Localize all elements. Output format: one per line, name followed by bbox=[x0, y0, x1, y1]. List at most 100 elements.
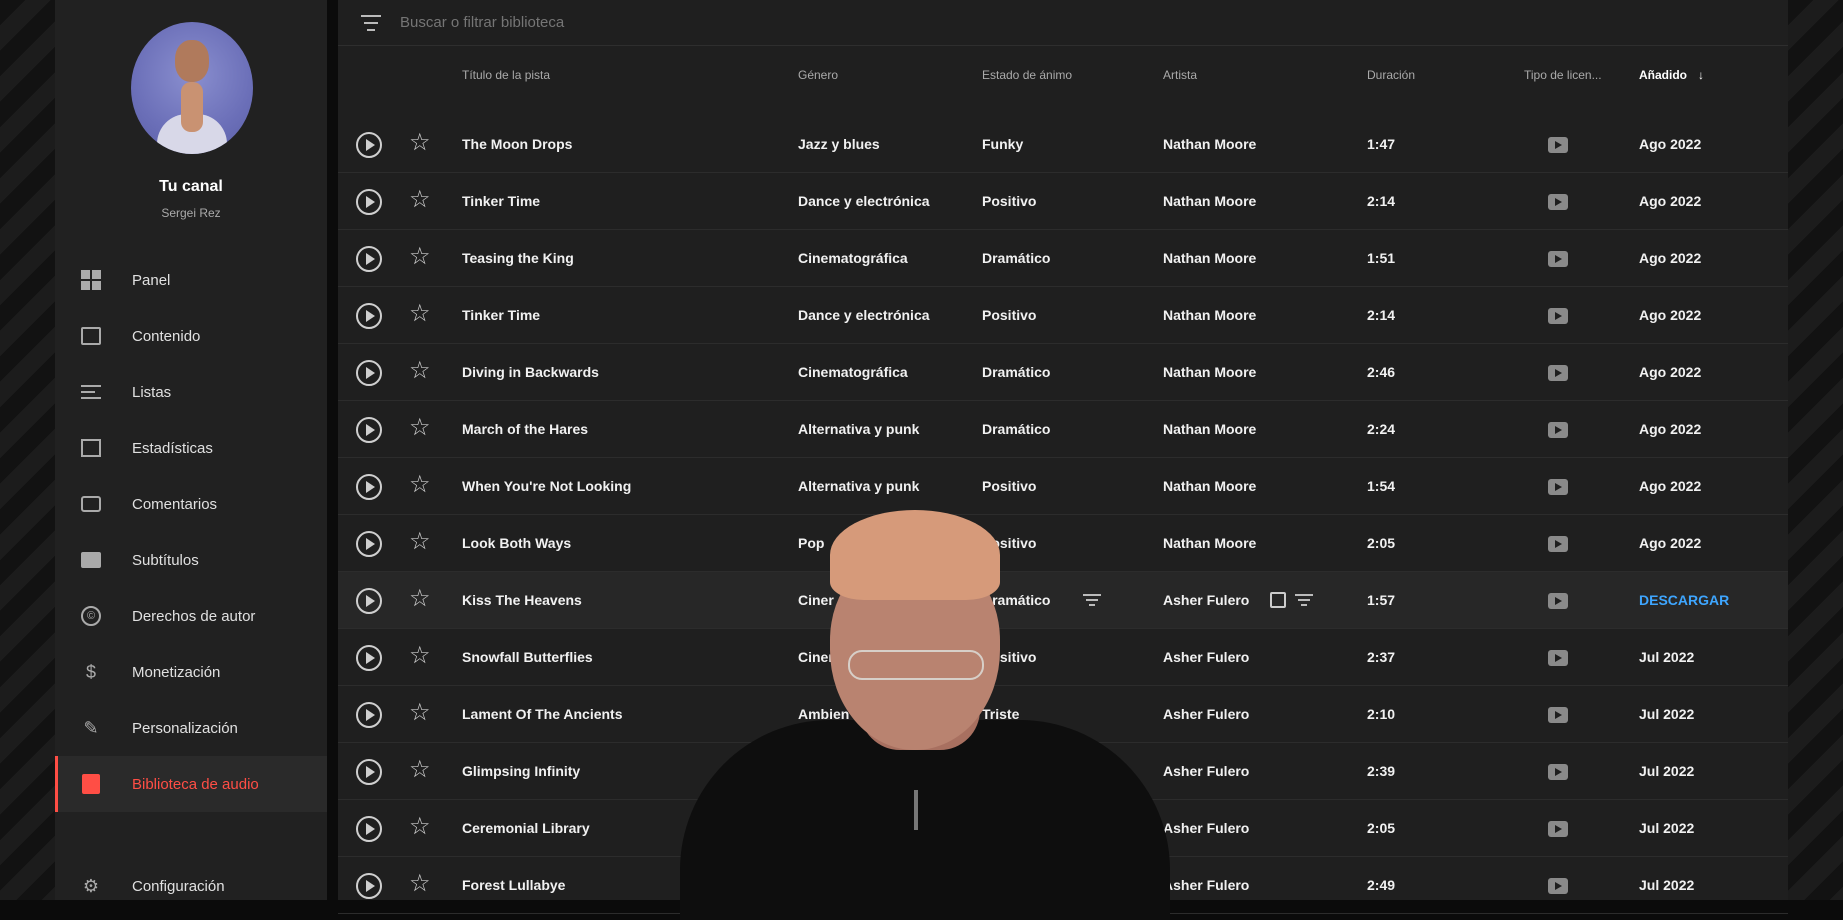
sort-arrow-icon[interactable]: ↓ bbox=[1698, 68, 1704, 82]
copyright-icon: © bbox=[79, 604, 103, 628]
track-artist[interactable]: Nathan Moore bbox=[1163, 136, 1256, 152]
youtube-license-icon bbox=[1548, 365, 1568, 381]
play-icon[interactable] bbox=[356, 474, 382, 500]
track-artist[interactable]: Nathan Moore bbox=[1163, 478, 1256, 494]
track-artist[interactable]: Asher Fulero bbox=[1163, 649, 1249, 665]
youtube-license-icon bbox=[1548, 707, 1568, 723]
track-artist[interactable]: Nathan Moore bbox=[1163, 307, 1256, 323]
column-added[interactable]: Añadido bbox=[1639, 68, 1687, 82]
audio-library-icon bbox=[79, 772, 103, 796]
play-icon[interactable] bbox=[356, 303, 382, 329]
sidebar-item-content[interactable]: Contenido bbox=[55, 308, 327, 364]
sidebar-item-copyright[interactable]: © Derechos de autor bbox=[55, 588, 327, 644]
sidebar-item-panel[interactable]: Panel bbox=[55, 252, 327, 308]
table-row[interactable]: ☆ The Moon Drops Jazz y blues Funky Nathan M… bbox=[338, 116, 1788, 173]
sidebar-item-comments[interactable]: Comentarios bbox=[55, 476, 327, 532]
external-link-icon[interactable] bbox=[1270, 592, 1286, 608]
track-artist[interactable]: Asher Fulero bbox=[1163, 592, 1249, 608]
play-icon[interactable] bbox=[356, 873, 382, 899]
star-icon[interactable]: ☆ bbox=[409, 358, 431, 384]
track-artist[interactable]: Nathan Moore bbox=[1163, 193, 1256, 209]
youtube-license-icon bbox=[1548, 137, 1568, 153]
download-button[interactable]: DESCARGAR bbox=[1639, 592, 1729, 608]
youtube-license-icon bbox=[1548, 593, 1568, 609]
youtube-license-icon bbox=[1548, 422, 1568, 438]
track-title: March of the Hares bbox=[462, 421, 589, 437]
sidebar-item-settings[interactable]: ⚙ Configuración bbox=[55, 858, 327, 914]
search-input[interactable] bbox=[400, 14, 900, 31]
track-duration: 2:10 bbox=[1367, 706, 1396, 722]
star-icon[interactable]: ☆ bbox=[409, 244, 431, 270]
column-license[interactable]: Tipo de licen... bbox=[1524, 68, 1602, 82]
track-added: Ago 2022 bbox=[1639, 478, 1702, 494]
track-genre: Dance y electrónica bbox=[798, 193, 930, 209]
play-icon[interactable] bbox=[356, 189, 382, 215]
track-mood: Dramático bbox=[982, 250, 1051, 266]
star-icon[interactable]: ☆ bbox=[409, 301, 431, 327]
sidebar-item-customization[interactable]: ✎ Personalización bbox=[55, 700, 327, 756]
avatar[interactable] bbox=[131, 22, 253, 154]
track-duration: 1:57 bbox=[1367, 592, 1396, 608]
dollar-icon: $ bbox=[85, 661, 96, 682]
track-artist[interactable]: Asher Fulero bbox=[1163, 763, 1249, 779]
track-artist[interactable]: Nathan Moore bbox=[1163, 364, 1256, 380]
column-genre[interactable]: Género bbox=[798, 68, 838, 82]
track-duration: 2:37 bbox=[1367, 649, 1396, 665]
star-icon[interactable]: ☆ bbox=[409, 130, 431, 156]
column-title[interactable]: Título de la pista bbox=[462, 68, 550, 82]
play-icon[interactable] bbox=[356, 816, 382, 842]
track-artist[interactable]: Asher Fulero bbox=[1163, 877, 1249, 893]
table-row[interactable]: ☆ Teasing the King Cinematográfica Dramátic… bbox=[338, 230, 1788, 287]
track-artist[interactable]: Nathan Moore bbox=[1163, 535, 1256, 551]
column-mood[interactable]: Estado de ánimo bbox=[982, 68, 1072, 82]
filter-bar bbox=[338, 0, 1788, 46]
star-icon[interactable]: ☆ bbox=[409, 529, 431, 555]
star-icon[interactable]: ☆ bbox=[409, 814, 431, 840]
star-icon[interactable]: ☆ bbox=[409, 643, 431, 669]
table-row[interactable]: ☆ Diving in Backwards Cinematográfica Dramá… bbox=[338, 344, 1788, 401]
table-header: Título de la pista Género Estado de ánim… bbox=[338, 54, 1788, 96]
track-genre: Jazz y blues bbox=[798, 136, 880, 152]
track-added: Ago 2022 bbox=[1639, 193, 1702, 209]
table-row[interactable]: ☆ Tinker Time Dance y electrónica Positivo N… bbox=[338, 173, 1788, 230]
star-icon[interactable]: ☆ bbox=[409, 871, 431, 897]
sidebar-item-playlists[interactable]: Listas bbox=[55, 364, 327, 420]
play-icon[interactable] bbox=[356, 360, 382, 386]
background-right bbox=[1788, 0, 1843, 900]
play-icon[interactable] bbox=[356, 588, 382, 614]
track-artist[interactable]: Asher Fulero bbox=[1163, 706, 1249, 722]
star-icon[interactable]: ☆ bbox=[409, 757, 431, 783]
track-artist[interactable]: Nathan Moore bbox=[1163, 250, 1256, 266]
track-artist[interactable]: Nathan Moore bbox=[1163, 421, 1256, 437]
track-added: Jul 2022 bbox=[1639, 649, 1695, 665]
filter-icon[interactable] bbox=[360, 14, 382, 31]
column-artist[interactable]: Artista bbox=[1163, 68, 1197, 82]
star-icon[interactable]: ☆ bbox=[409, 415, 431, 441]
sidebar-item-audio-library[interactable]: Biblioteca de audio bbox=[55, 756, 327, 812]
table-row[interactable]: ☆ Tinker Time Dance y electrónica Positivo N… bbox=[338, 287, 1788, 344]
sidebar-item-analytics[interactable]: Estadísticas bbox=[55, 420, 327, 476]
filter-artist-icon[interactable] bbox=[1295, 594, 1313, 606]
star-icon[interactable]: ☆ bbox=[409, 700, 431, 726]
track-title: Snowfall Butterflies bbox=[462, 649, 593, 665]
star-icon[interactable]: ☆ bbox=[409, 586, 431, 612]
track-title: Ceremonial Library bbox=[462, 820, 590, 836]
youtube-license-icon bbox=[1548, 878, 1568, 894]
play-icon[interactable] bbox=[356, 645, 382, 671]
play-icon[interactable] bbox=[356, 132, 382, 158]
sidebar-item-monetization[interactable]: $ Monetización bbox=[55, 644, 327, 700]
sidebar-item-label: Monetización bbox=[132, 663, 221, 681]
track-mood: Positivo bbox=[982, 193, 1037, 209]
play-icon[interactable] bbox=[356, 246, 382, 272]
play-icon[interactable] bbox=[356, 531, 382, 557]
play-icon[interactable] bbox=[356, 702, 382, 728]
sidebar-item-subtitles[interactable]: Subtítulos bbox=[55, 532, 327, 588]
table-row[interactable]: ☆ March of the Hares Alternativa y punk Dra… bbox=[338, 401, 1788, 458]
star-icon[interactable]: ☆ bbox=[409, 187, 431, 213]
subtitles-icon bbox=[79, 548, 103, 572]
column-duration[interactable]: Duración bbox=[1367, 68, 1415, 82]
play-icon[interactable] bbox=[356, 759, 382, 785]
star-icon[interactable]: ☆ bbox=[409, 472, 431, 498]
play-icon[interactable] bbox=[356, 417, 382, 443]
track-artist[interactable]: Asher Fulero bbox=[1163, 820, 1249, 836]
